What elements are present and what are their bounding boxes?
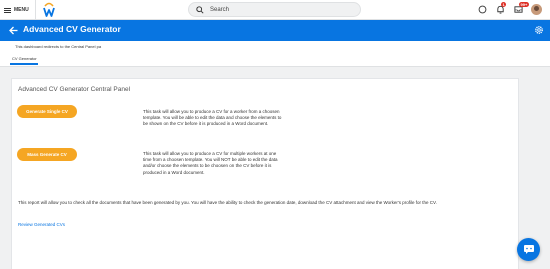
gear-icon[interactable] bbox=[534, 25, 544, 35]
back-arrow-icon[interactable] bbox=[8, 25, 19, 36]
tab-cv-generator[interactable]: CV Generator bbox=[12, 56, 37, 63]
page-title: Advanced CV Generator bbox=[23, 24, 121, 34]
panel-title: Advanced CV Generator Central Panel bbox=[18, 86, 131, 93]
search-icon bbox=[196, 5, 204, 14]
inbox-badge: 99+ bbox=[519, 2, 529, 7]
search-input[interactable]: Search bbox=[188, 2, 361, 17]
subheader: This dashboard redirects to the Central … bbox=[0, 41, 550, 67]
workday-logo[interactable] bbox=[43, 2, 55, 18]
chat-bubble-icon bbox=[523, 245, 534, 254]
report-description: This report will allow you to check all … bbox=[18, 200, 437, 205]
redirect-note: This dashboard redirects to the Central … bbox=[15, 44, 102, 49]
avatar[interactable] bbox=[531, 4, 542, 15]
notifications-badge: 1 bbox=[501, 2, 507, 7]
chat-icon[interactable] bbox=[478, 5, 487, 14]
mass-generate-cv-description: This task will allow you to produce a CV… bbox=[143, 151, 278, 175]
central-panel: Advanced CV Generator Central Panel Gene… bbox=[11, 78, 519, 269]
page-header: Advanced CV Generator bbox=[0, 20, 550, 41]
menu-button[interactable]: MENU bbox=[0, 0, 36, 20]
top-bar: MENU Search 1 99+ bbox=[0, 0, 550, 20]
assistant-chat-button[interactable] bbox=[517, 238, 540, 261]
menu-label: MENU bbox=[14, 7, 29, 13]
tab-active-indicator bbox=[10, 63, 38, 65]
mass-generate-cv-button[interactable]: Mass Generate CV bbox=[17, 148, 77, 161]
generate-single-cv-button[interactable]: Generate Single CV bbox=[17, 105, 77, 118]
generate-single-cv-description: This task will allow you to produce a CV… bbox=[143, 109, 282, 127]
menu-icon bbox=[4, 7, 11, 13]
review-generated-cvs-link[interactable]: Review Generated CVs bbox=[18, 222, 65, 227]
search-placeholder: Search bbox=[210, 6, 230, 13]
